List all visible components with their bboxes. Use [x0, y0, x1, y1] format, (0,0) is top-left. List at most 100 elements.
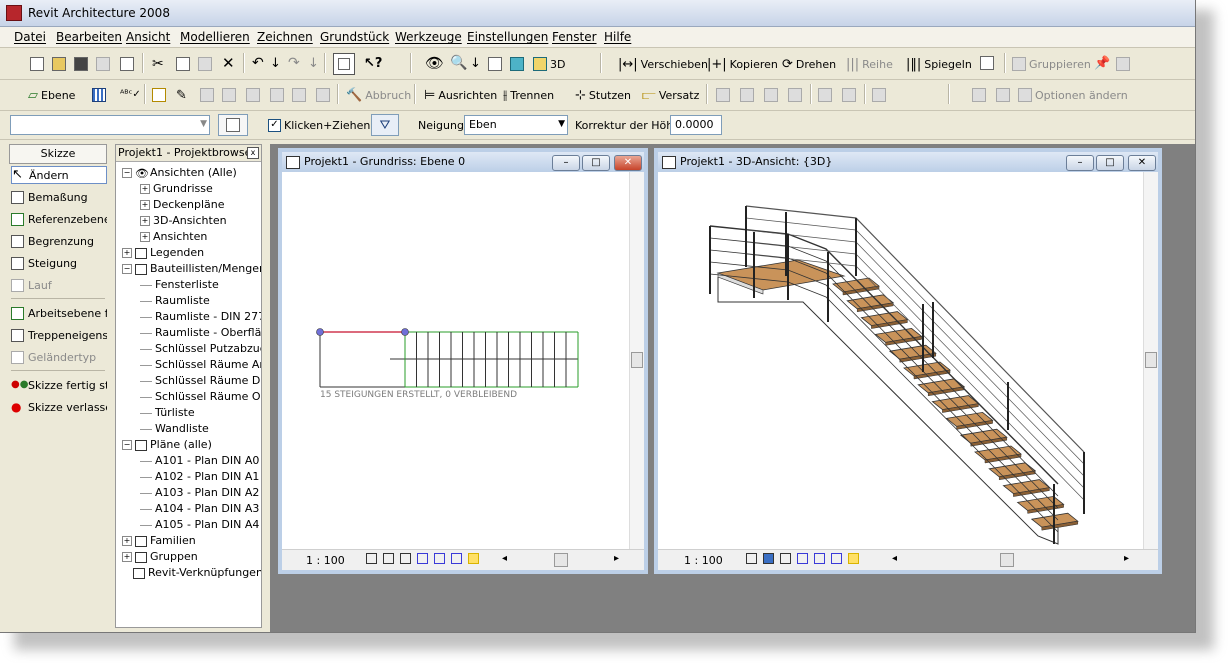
browser-node[interactable]: + Legenden	[122, 245, 204, 261]
open-file-icon[interactable]	[52, 56, 66, 72]
menu-fenster[interactable]: Fenster	[552, 30, 597, 44]
move-button[interactable]: |↔| Verschieben	[618, 56, 708, 72]
close-icon[interactable]: ✕	[1128, 155, 1156, 171]
match-type-icon[interactable]	[818, 87, 832, 103]
paint-icon[interactable]	[200, 87, 214, 103]
properties-icon[interactable]	[333, 53, 355, 75]
design-boundary-button[interactable]: Begrenzung	[11, 232, 107, 250]
new-file-icon[interactable]	[30, 56, 44, 72]
menu-grundstueck[interactable]: Grundstück	[320, 30, 389, 44]
browser-node[interactable]: A102 - Plan DIN A1	[140, 469, 259, 485]
browser-node[interactable]: + Familien	[122, 533, 196, 549]
menu-ansicht[interactable]: Ansicht	[126, 30, 170, 44]
copy-to-clipboard-icon[interactable]	[764, 87, 778, 103]
browser-node[interactable]: A105 - Plan DIN A4	[140, 517, 259, 533]
filter-icon[interactable]: ⛛	[371, 114, 399, 136]
browser-node[interactable]: A104 - Plan DIN A3	[140, 501, 259, 517]
paste-icon[interactable]	[198, 56, 212, 72]
design-quit-sketch-button[interactable]: ●Skizze verlassen	[11, 398, 107, 416]
type-properties-button[interactable]	[218, 114, 248, 136]
horizontal-scroll-thumb[interactable]	[1000, 553, 1014, 567]
create-group-icon[interactable]	[716, 87, 730, 103]
expand-icon[interactable]: +	[122, 552, 132, 562]
browser-node[interactable]: A103 - Plan DIN A2	[140, 485, 259, 501]
detail-level-icon[interactable]	[366, 553, 377, 564]
demolish-button[interactable]: 🔨 Abbruch	[346, 87, 411, 103]
browser-node[interactable]: − Bauteillisten/Mengen	[122, 261, 261, 277]
expand-icon[interactable]: +	[140, 184, 150, 194]
expand-icon[interactable]: +	[140, 232, 150, 242]
expand-icon[interactable]: +	[140, 216, 150, 226]
mirror-button[interactable]: |‖| Spiegeln	[906, 56, 972, 72]
model-graphics-icon[interactable]	[383, 553, 394, 564]
menu-modellieren[interactable]: Modellieren	[180, 30, 250, 44]
design-ref-plane-button[interactable]: Referenzebene	[11, 210, 107, 228]
browser-node[interactable]: Raumliste - DIN 277	[140, 309, 261, 325]
view-scale[interactable]: 1 : 100	[306, 554, 345, 567]
visibility-eye-icon[interactable]: 👁	[425, 54, 444, 72]
browser-node[interactable]: Raumliste - Oberfläche	[140, 325, 261, 341]
view-scale[interactable]: 1 : 100	[684, 554, 723, 567]
browser-node[interactable]: Schlüssel Räume Art	[140, 357, 261, 373]
slope-select[interactable]: Eben ▼	[464, 115, 568, 135]
eyedropper-icon[interactable]: ✎	[176, 87, 187, 103]
drag-checkbox-row[interactable]: ✓ Klicken+Ziehen	[268, 117, 370, 133]
crop-view-icon[interactable]	[797, 553, 808, 564]
browser-node[interactable]: Schlüssel Räume D	[140, 373, 260, 389]
floor-plan-canvas[interactable]: 15 STEIGUNGEN ERSTELLT, 0 VERBLEIBEND	[282, 172, 628, 554]
ungroup-icon[interactable]	[1116, 56, 1130, 72]
design-run-button[interactable]: Lauf	[11, 276, 107, 294]
align-button[interactable]: ⊨ Ausrichten	[424, 87, 497, 103]
close-icon[interactable]: x	[247, 147, 259, 159]
browser-node[interactable]: Schlüssel Räume O	[140, 389, 261, 405]
print-icon[interactable]	[120, 56, 134, 72]
browser-node[interactable]: Schlüssel Putzabzug	[140, 341, 261, 357]
browser-node[interactable]: Raumliste	[140, 293, 210, 309]
browser-node[interactable]: + Ansichten	[140, 229, 207, 245]
menu-bearbeiten[interactable]: Bearbeiten	[56, 30, 122, 44]
browser-node[interactable]: Fensterliste	[140, 277, 219, 293]
wall-join-icon[interactable]	[292, 87, 306, 103]
design-railing-type-button[interactable]: Geländertyp	[11, 348, 107, 366]
design-finish-sketch-button[interactable]: ●●Skizze fertig stellen	[11, 376, 107, 394]
delete-icon[interactable]: ✕	[222, 54, 235, 72]
temp-hide-icon[interactable]	[451, 553, 462, 564]
cut-geometry-icon[interactable]	[270, 87, 284, 103]
add-to-set-icon[interactable]	[996, 87, 1010, 103]
level-button[interactable]: ⏥ Ebene	[28, 87, 75, 103]
cut-icon[interactable]: ✂	[152, 56, 164, 72]
shadows-icon[interactable]	[780, 553, 791, 564]
resize-icon[interactable]	[980, 55, 994, 71]
menu-werkzeuge[interactable]: Werkzeuge	[395, 30, 462, 44]
design-work-plane-button[interactable]: Arbeitsebene festlegen	[11, 304, 107, 322]
menu-datei[interactable]: Datei	[14, 30, 46, 44]
browser-node[interactable]: + Grundrisse	[140, 181, 213, 197]
browser-node[interactable]: Wandliste	[140, 421, 209, 437]
browser-node[interactable]: Revit-Verknüpfungen	[122, 565, 261, 581]
close-icon[interactable]: ✕	[614, 155, 642, 171]
redo-icon[interactable]: ↷	[288, 55, 300, 71]
vertical-scrollbar[interactable]	[629, 172, 644, 550]
horizontal-scroll-thumb[interactable]	[554, 553, 568, 567]
browser-node[interactable]: − 👁 Ansichten (Alle)	[122, 165, 237, 181]
model-graphics-icon[interactable]	[763, 553, 774, 564]
linework-icon[interactable]	[842, 87, 856, 103]
crop-region-icon[interactable]	[434, 553, 445, 564]
temp-hide-icon[interactable]	[831, 553, 842, 564]
browser-node[interactable]: A101 - Plan DIN A0	[140, 453, 259, 469]
lightbulb-icon[interactable]	[848, 553, 859, 564]
lightbulb-icon[interactable]	[468, 553, 479, 564]
scroll-left-icon[interactable]: ◂	[502, 553, 507, 564]
design-bar-tab-sketch[interactable]: Skizze	[9, 144, 107, 164]
menu-hilfe[interactable]: Hilfe	[604, 30, 631, 44]
group-button[interactable]: Gruppieren	[1012, 56, 1091, 72]
browser-node[interactable]: + Gruppen	[122, 549, 198, 565]
scroll-right-icon[interactable]: ▸	[1124, 553, 1129, 564]
split-face-icon[interactable]	[222, 87, 236, 103]
height-offset-input[interactable]: 0.0000	[670, 115, 722, 135]
undo-list-icon[interactable]: ↓	[270, 55, 281, 71]
offset-button[interactable]: ⫍ Versatz	[642, 87, 699, 103]
3d-view-icon[interactable]: 3D	[533, 56, 565, 72]
browser-node[interactable]: Türliste	[140, 405, 195, 421]
save-icon[interactable]	[74, 56, 88, 72]
